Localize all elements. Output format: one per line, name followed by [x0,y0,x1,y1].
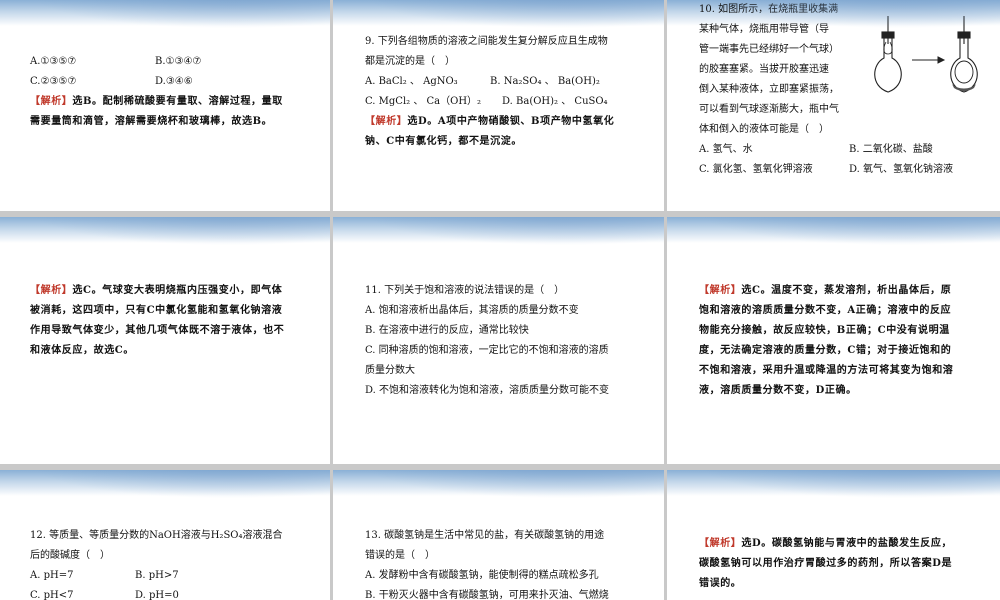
arrow-right-icon [912,56,946,64]
options-row-2: C. pH<7 D. pH=0 [30,586,312,600]
slide-3: 10. 如图所示，在烧瓶里收集满 某种气体，烧瓶用带导管（导 管一端事先已经绑好… [667,0,1000,211]
options-row-1: A.①③⑤⑦ B.①③④⑦ [30,52,312,72]
option-b: B. 干粉灭火器中含有碳酸氢钠，可用来扑灭油、气燃烧 [365,590,609,600]
option-c: C. 同种溶质的饱和溶液，一定比它的不饱和溶液的溶质 [365,345,609,356]
question-12-stem-cont: 后的酸碱度（ ） [30,550,110,561]
slide-8-content: 13. 碳酸氢钠是生活中常见的盐，有关碳酸氢钠的用途 错误的是（ ） A. 发酵… [365,526,646,600]
question-10-stem: 的胶塞塞紧。当拔开胶塞迅速 [699,64,829,75]
analysis-text: 选D。A项中产物硝酸钡、B项产物中氢氧化 [407,116,615,127]
analysis-tag: 【解析】 [699,285,742,296]
analysis-tag: 【解析】 [365,116,408,127]
options-row-1: A. pH=7 B. pH>7 [30,566,312,586]
slide-9-content: 【解析】选D。碳酸氢钠能与胃液中的盐酸发生反应， 碳酸氢钠可以用作治疗胃酸过多的… [699,534,982,594]
option-a: A. pH=7 [30,570,74,581]
question-10-stem: 10. 如图所示，在烧瓶里收集满 [699,4,839,15]
option-a: A. 发酵粉中含有碳酸氢钠，能使制得的糕点疏松多孔 [365,570,599,581]
slide-grid: A.①③⑤⑦ B.①③④⑦ C.②③⑤⑦ D.③④⑥ 【解析】选B。配制稀硫酸要… [0,0,1000,600]
question-13-stem-cont: 错误的是（ ） [365,550,435,561]
analysis-tag: 【解析】 [699,538,742,549]
analysis-line: 【解析】选C。气球变大表明烧瓶内压强变小，即气体 [30,281,312,301]
slide-4-content: 【解析】选C。气球变大表明烧瓶内压强变小，即气体 被消耗，这四项中，只有C中氯化… [30,281,312,361]
option-c: C.②③⑤⑦ [30,76,77,87]
question-11-stem: 11. 下列关于饱和溶液的说法错误的是（ ） [365,285,565,296]
options-row-1: A. BaCl₂ 、 AgNO₃ B. Na₂SO₄ 、 Ba(OH)₂ [365,72,646,92]
slide-7: 12. 等质量、等质量分数的NaOH溶液与H₂SO₄溶液混合 后的酸碱度（ ） … [0,470,330,600]
analysis-line: 饱和溶液的溶质质量分数不变，A正确；溶液中的反应 [699,305,952,316]
option-d: D. pH=0 [135,590,179,600]
slide-1: A.①③⑤⑦ B.①③④⑦ C.②③⑤⑦ D.③④⑥ 【解析】选B。配制稀硫酸要… [0,0,330,211]
analysis-tag: 【解析】 [30,96,73,107]
option-d: D. Ba(OH)₂ 、 CuSO₄ [502,96,608,107]
analysis-line: 碳酸氢钠可以用作治疗胃酸过多的药剂，所以答案D是 [699,558,953,569]
question-13-stem: 13. 碳酸氢钠是生活中常见的盐，有关碳酸氢钠的用途 [365,530,605,541]
analysis-tag: 【解析】 [30,285,73,296]
slide-5-content: 11. 下列关于饱和溶液的说法错误的是（ ） A. 饱和溶液析出晶体后，其溶质的… [365,281,646,401]
analysis-line: 钠、C中有氯化钙，都不是沉淀。 [365,136,522,147]
slide-2: 9. 下列各组物质的溶液之间能发生复分解反应且生成物 都是沉淀的是（ ） A. … [333,0,664,211]
option-b: B. Na₂SO₄ 、 Ba(OH)₂ [490,76,600,87]
flask-balloon-diagram [874,16,978,93]
analysis-line: 【解析】选C。温度不变，蒸发溶剂，析出晶体后，原 [699,281,982,301]
option-c-cont: 质量分数大 [365,365,415,376]
options-row-2: C.②③⑤⑦ D.③④⑥ [30,72,312,92]
options-grid: A. 氢气、水 B. 二氧化碳、盐酸 C. 氯化氢、氢氧化钾溶液 D. 氧气、氢… [699,140,982,180]
slide-9: 【解析】选D。碳酸氢钠能与胃液中的盐酸发生反应， 碳酸氢钠可以用作治疗胃酸过多的… [667,470,1000,600]
slide-5: 11. 下列关于饱和溶液的说法错误的是（ ） A. 饱和溶液析出晶体后，其溶质的… [333,217,664,464]
flask-left-icon [874,16,902,93]
analysis-line: 错误的。 [699,578,742,589]
analysis-text: 选D。碳酸氢钠能与胃液中的盐酸发生反应， [741,538,953,549]
analysis-line: 【解析】选B。配制稀硫酸要有量取、溶解过程，量取 [30,92,312,112]
analysis-line: 和液体反应，故选C。 [30,345,134,356]
option-d: D.③④⑥ [155,76,193,87]
analysis-line: 物能充分接触，故反应较快，B正确；C中没有说明温 [699,325,950,336]
analysis-line: 作用导致气体变少，其他几项气体既不溶于液体，也不 [30,325,285,336]
slide-6: 【解析】选C。温度不变，蒸发溶剂，析出晶体后，原 饱和溶液的溶质质量分数不变，A… [667,217,1000,464]
analysis-line: 【解析】选D。碳酸氢钠能与胃液中的盐酸发生反应， [699,534,982,554]
analysis-line: 被消耗，这四项中，只有C中氯化氢能和氢氧化钠溶液 [30,305,283,316]
slide-4: 【解析】选C。气球变大表明烧瓶内压强变小，即气体 被消耗，这四项中，只有C中氯化… [0,217,330,464]
option-c: C. MgCl₂ 、 Ca（OH）₂ [365,96,482,107]
flask-right-icon [950,16,978,93]
analysis-line: 【解析】选D。A项中产物硝酸钡、B项产物中氢氧化 [365,112,646,132]
option-b: B. pH>7 [135,570,179,581]
option-a: A.①③⑤⑦ [30,56,77,67]
question-10-stem: 倒入某种液体，立即塞紧振荡， [699,84,839,95]
option-b: B.①③④⑦ [155,56,202,67]
question-10-stem: 体和倒入的液体可能是（ ） [699,124,829,135]
option-c: C. pH<7 [30,590,74,600]
option-c: C. 氯化氢、氢氧化钾溶液 [699,164,813,175]
option-a: A. 饱和溶液析出晶体后，其溶质的质量分数不变 [365,305,579,316]
slide-6-content: 【解析】选C。温度不变，蒸发溶剂，析出晶体后，原 饱和溶液的溶质质量分数不变，A… [699,281,982,401]
question-10-stem: 管一端事先已经绑好一个气球） [699,44,839,55]
analysis-text: 选C。温度不变，蒸发溶剂，析出晶体后，原 [741,285,952,296]
question-10-stem: 某种气体，烧瓶用带导管（导 [699,24,829,35]
analysis-line: 度，无法确定溶液的质量分数，C错；对于接近饱和的 [699,345,952,356]
analysis-line: 不饱和溶液，采用升温或降温的方法可将其变为饱和溶 [699,365,954,376]
analysis-line: 需要量筒和滴管，溶解需要烧杯和玻璃棒，故选B。 [30,116,273,127]
option-b: B. 在溶液中进行的反应，通常比较快 [365,325,529,336]
option-a: A. 氢气、水 [699,144,753,155]
slide-3-content: 10. 如图所示，在烧瓶里收集满 某种气体，烧瓶用带导管（导 管一端事先已经绑好… [699,0,860,140]
slide-1-content: A.①③⑤⑦ B.①③④⑦ C.②③⑤⑦ D.③④⑥ 【解析】选B。配制稀硫酸要… [30,52,312,132]
option-b: B. 二氧化碳、盐酸 [849,144,933,155]
option-d: D. 氧气、氢氧化钠溶液 [849,164,954,175]
slide-8: 13. 碳酸氢钠是生活中常见的盐，有关碳酸氢钠的用途 错误的是（ ） A. 发酵… [333,470,664,600]
question-9-stem: 9. 下列各组物质的溶液之间能发生复分解反应且生成物 [365,36,608,47]
slide-2-content: 9. 下列各组物质的溶液之间能发生复分解反应且生成物 都是沉淀的是（ ） A. … [365,32,646,152]
analysis-text: 选C。气球变大表明烧瓶内压强变小，即气体 [72,285,283,296]
question-12-stem: 12. 等质量、等质量分数的NaOH溶液与H₂SO₄溶液混合 [30,530,283,541]
option-a: A. BaCl₂ 、 AgNO₃ [365,76,458,87]
question-10-stem: 可以看到气球逐渐膨大，瓶中气 [699,104,839,115]
analysis-text: 选B。配制稀硫酸要有量取、溶解过程，量取 [72,96,283,107]
analysis-line: 液，溶质质量分数不变，D正确。 [699,385,857,396]
option-d: D. 不饱和溶液转化为饱和溶液，溶质质量分数可能不变 [365,385,610,396]
slide-7-content: 12. 等质量、等质量分数的NaOH溶液与H₂SO₄溶液混合 后的酸碱度（ ） … [30,526,312,600]
slide-3-options: A. 氢气、水 B. 二氧化碳、盐酸 C. 氯化氢、氢氧化钾溶液 D. 氧气、氢… [699,140,982,180]
question-9-stem-cont: 都是沉淀的是（ ） [365,56,455,67]
options-row-2: C. MgCl₂ 、 Ca（OH）₂ D. Ba(OH)₂ 、 CuSO₄ [365,92,646,112]
